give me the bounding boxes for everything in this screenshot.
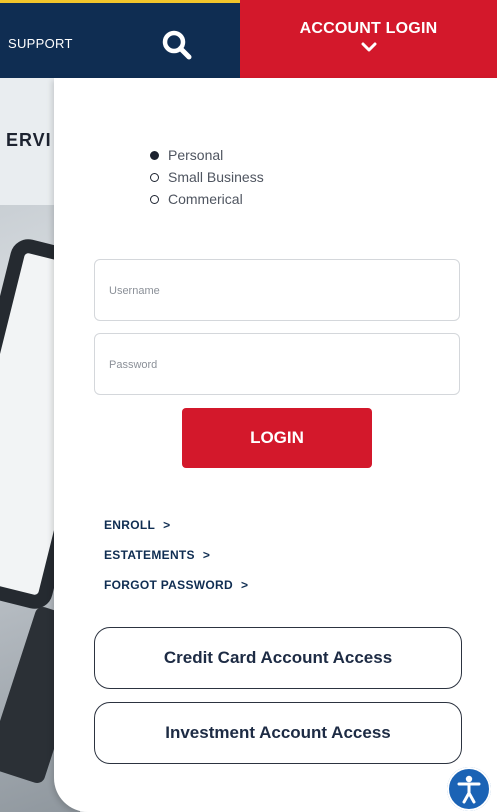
chevron-right-icon: > xyxy=(202,548,211,562)
top-navigation: SUPPORT ACCOUNT LOGIN xyxy=(0,0,497,78)
chevron-right-icon: > xyxy=(240,578,249,592)
nav-support-link[interactable]: SUPPORT xyxy=(8,36,73,51)
radio-button[interactable] xyxy=(150,172,159,182)
background-section-heading: ERVI xyxy=(6,130,52,150)
radio-button[interactable] xyxy=(150,194,159,204)
search-icon[interactable] xyxy=(160,28,194,62)
radio-commercial[interactable]: Commerical xyxy=(150,188,264,210)
account-links: ENROLL > ESTATEMENTS > FORGOT PASSWORD > xyxy=(104,510,248,600)
chevron-right-icon: > xyxy=(163,518,171,532)
login-button[interactable]: LOGIN xyxy=(182,408,372,468)
account-login-label: ACCOUNT LOGIN xyxy=(299,20,438,37)
estatements-link-label: ESTATEMENTS xyxy=(104,548,195,562)
account-type-radio-group: Personal Small Business Commerical xyxy=(150,144,264,210)
radio-label: Commerical xyxy=(168,191,243,207)
radio-button-checked[interactable] xyxy=(150,150,159,160)
radio-label: Small Business xyxy=(168,169,264,185)
forgot-password-link-label: FORGOT PASSWORD xyxy=(104,578,233,592)
estatements-link[interactable]: ESTATEMENTS > xyxy=(104,540,248,570)
credit-card-access-button[interactable]: Credit Card Account Access xyxy=(94,627,462,689)
accessibility-icon[interactable] xyxy=(447,767,491,811)
radio-label: Personal xyxy=(168,147,224,163)
username-input[interactable] xyxy=(107,278,441,304)
enroll-link-label: ENROLL xyxy=(104,518,156,532)
account-login-panel: Personal Small Business Commerical LOGIN… xyxy=(54,78,497,812)
investment-access-button[interactable]: Investment Account Access xyxy=(94,702,462,764)
enroll-link[interactable]: ENROLL > xyxy=(104,510,248,540)
account-login-toggle[interactable]: ACCOUNT LOGIN xyxy=(240,0,497,78)
radio-small-business[interactable]: Small Business xyxy=(150,166,264,188)
username-field[interactable] xyxy=(94,259,460,321)
forgot-password-link[interactable]: FORGOT PASSWORD > xyxy=(104,570,248,600)
password-field[interactable] xyxy=(94,333,460,395)
radio-personal[interactable]: Personal xyxy=(150,144,264,166)
chevron-down-icon xyxy=(361,42,376,52)
password-input[interactable] xyxy=(107,352,441,378)
